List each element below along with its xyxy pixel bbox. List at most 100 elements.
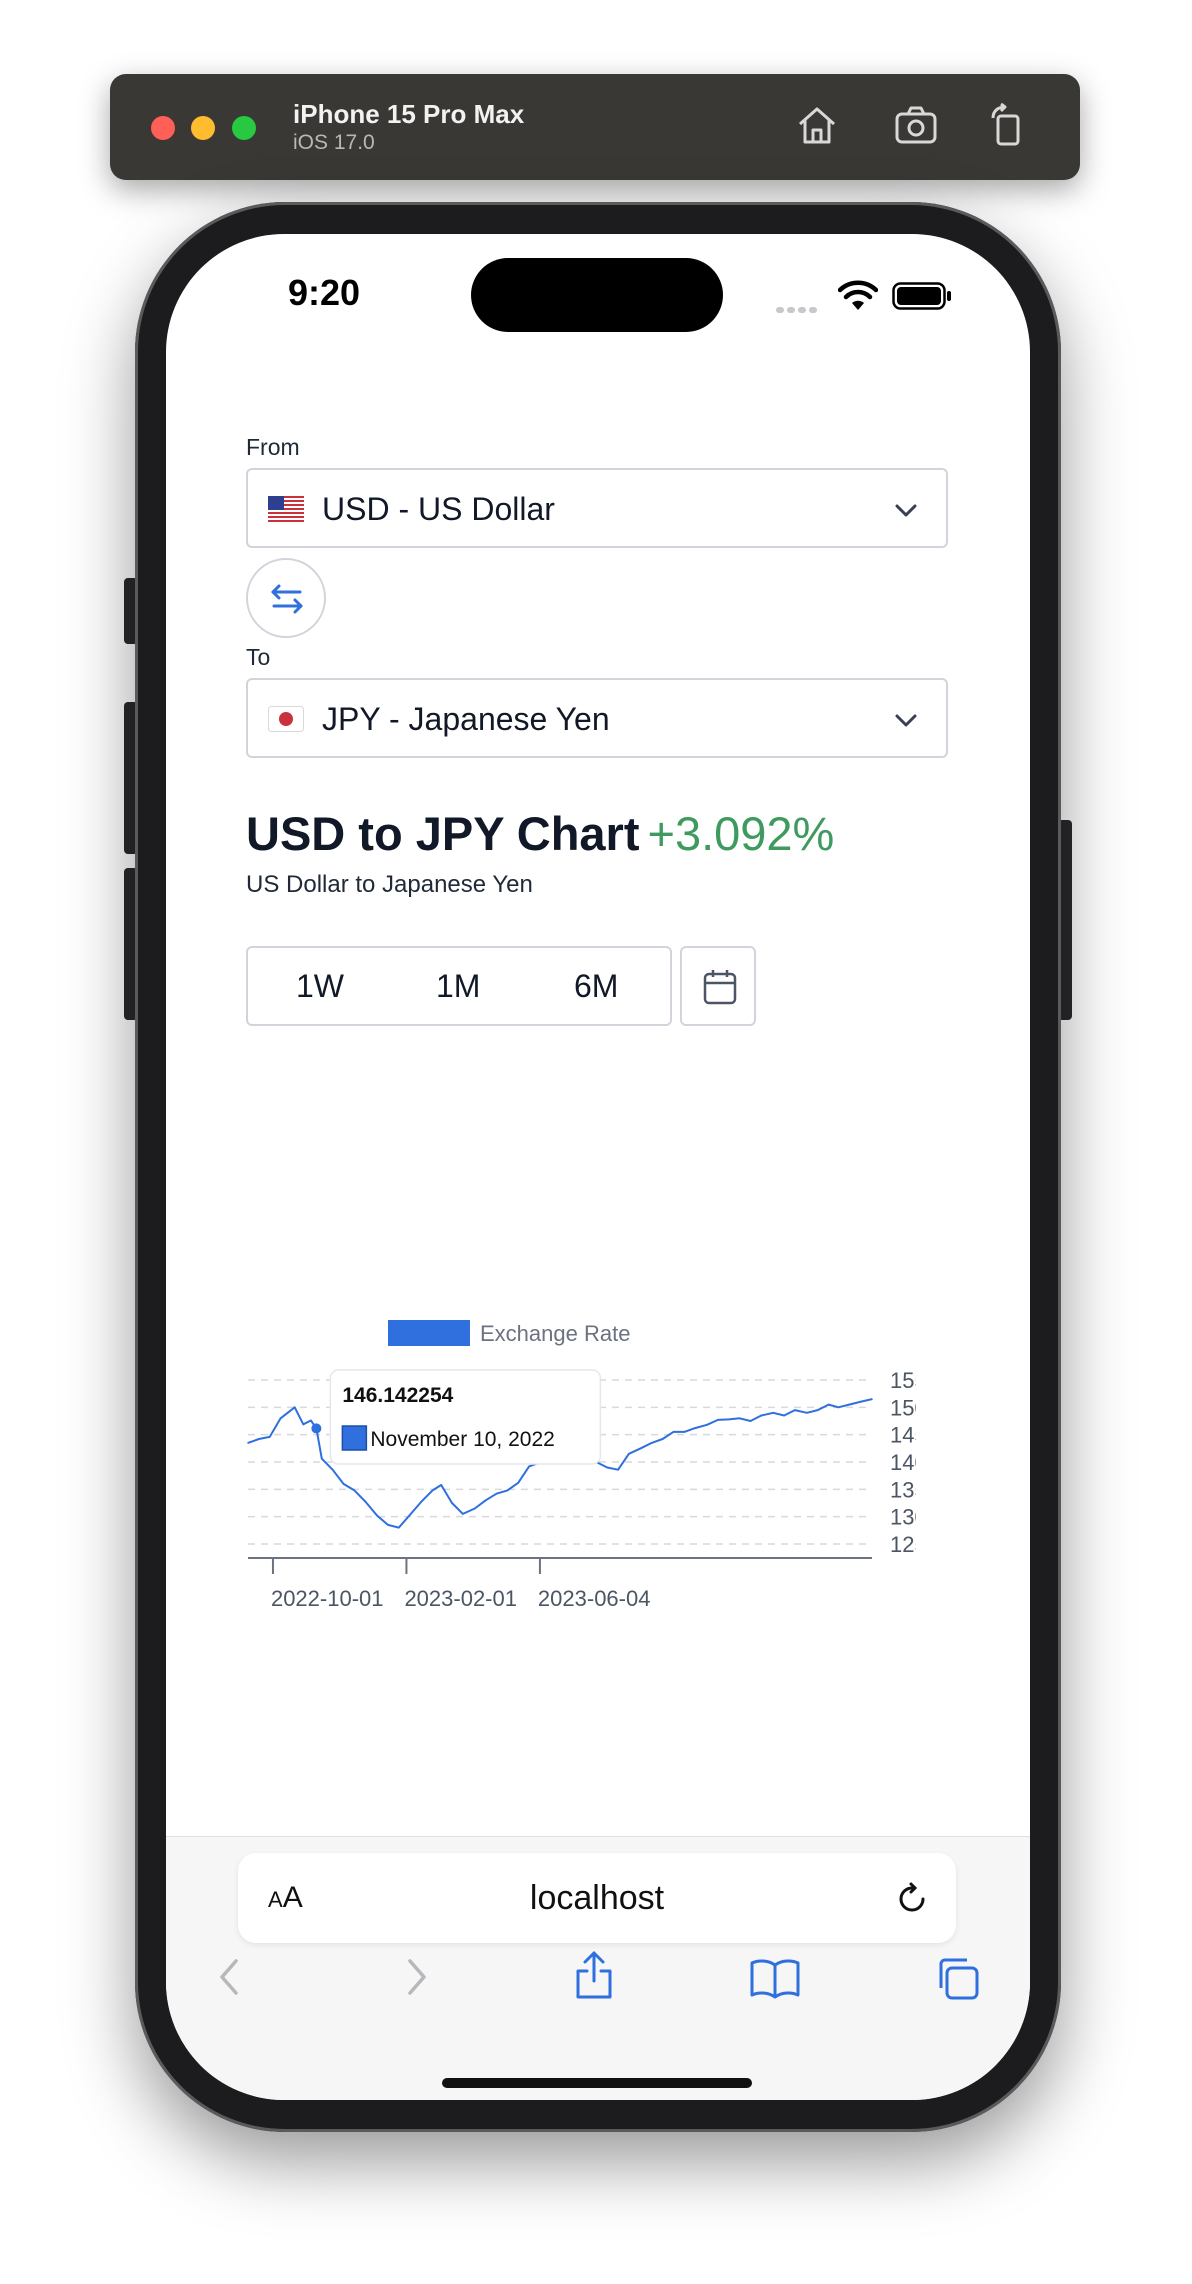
- highlighted-data-point[interactable]: [311, 1423, 322, 1434]
- data-point: [387, 1524, 389, 1526]
- data-point: [279, 1417, 282, 1420]
- range-1w-button[interactable]: 1W: [296, 968, 344, 1005]
- data-point: [783, 1414, 785, 1417]
- data-point: [749, 1420, 752, 1422]
- tabs-icon[interactable]: [934, 1955, 982, 2003]
- status-time: 9:20: [288, 272, 361, 313]
- data-point: [694, 1427, 696, 1429]
- from-label: From: [246, 434, 300, 460]
- change-percent: +3.092%: [647, 807, 835, 860]
- data-point: [606, 1466, 609, 1469]
- date-picker-button[interactable]: [680, 946, 756, 1026]
- exchange-rate-chart: Exchange Rate 125130 135140145 150155 2022…: [247, 1320, 916, 1611]
- data-point: [827, 1403, 830, 1406]
- to-currency-value: JPY - Japanese Yen: [322, 701, 610, 737]
- legend-swatch: [388, 1320, 470, 1346]
- back-icon[interactable]: [210, 1955, 250, 1999]
- y-tick-label: 135: [890, 1477, 916, 1502]
- reload-icon[interactable]: [894, 1881, 930, 1917]
- y-tick-label: 130: [890, 1505, 916, 1530]
- screenshot-icon[interactable]: [893, 102, 939, 148]
- forward-icon[interactable]: [396, 1955, 436, 1999]
- from-currency-value: USD - US Dollar: [322, 491, 555, 527]
- data-point: [727, 1418, 730, 1421]
- us-flag-icon: [268, 496, 304, 522]
- data-point: [398, 1526, 400, 1529]
- y-tick-label: 155: [890, 1368, 916, 1393]
- range-button-group: 1W 1M 6M: [246, 946, 672, 1026]
- bookmarks-icon[interactable]: [748, 1957, 802, 1999]
- wifi-icon: [838, 280, 878, 310]
- swap-arrows-icon: [271, 584, 303, 614]
- data-point: [409, 1513, 412, 1515]
- chart-tooltip: 146.142254 November 10, 2022: [329, 1369, 602, 1465]
- data-point: [268, 1436, 271, 1438]
- tooltip-value: 146.142254: [342, 1384, 453, 1407]
- swap-currencies-button[interactable]: [246, 558, 326, 638]
- battery-icon: [892, 282, 951, 310]
- chevron-down-icon: [895, 504, 917, 517]
- japan-flag-icon: [268, 706, 304, 732]
- x-tick-label: 2023-06-04: [538, 1586, 651, 1611]
- x-tick-label: 2022-10-01: [271, 1586, 384, 1611]
- data-point: [717, 1419, 719, 1421]
- data-point: [431, 1489, 434, 1492]
- dynamic-island: [471, 258, 723, 332]
- browser-toolbar: AA localhost: [166, 1836, 1030, 2100]
- simulator-device-name: iPhone 15 Pro Max: [293, 99, 525, 129]
- data-point: [816, 1409, 819, 1411]
- data-point: [484, 1499, 487, 1502]
- data-point: [528, 1465, 530, 1468]
- data-point: [451, 1502, 453, 1504]
- chart-title: USD to JPY Chart: [246, 807, 640, 860]
- data-point: [772, 1412, 775, 1414]
- zoom-window-button[interactable]: [232, 116, 256, 140]
- close-window-button[interactable]: [151, 116, 175, 140]
- data-point: [258, 1438, 260, 1440]
- rotate-icon[interactable]: [985, 102, 1031, 148]
- data-point: [331, 1468, 334, 1471]
- data-point: [517, 1481, 520, 1484]
- data-point: [806, 1412, 808, 1414]
- data-point: [640, 1447, 642, 1450]
- y-tick-label: 150: [890, 1395, 916, 1420]
- data-point: [683, 1431, 686, 1433]
- from-currency-select[interactable]: USD - US Dollar: [246, 468, 948, 548]
- data-point: [353, 1489, 356, 1492]
- data-point: [794, 1409, 796, 1411]
- minimize-window-button[interactable]: [191, 116, 215, 140]
- cellular-signal-icon: [776, 300, 820, 318]
- range-1m-button[interactable]: 1M: [436, 968, 480, 1005]
- to-currency-select[interactable]: JPY - Japanese Yen: [246, 678, 948, 758]
- data-point: [672, 1431, 675, 1433]
- data-point: [859, 1401, 861, 1403]
- data-point: [364, 1500, 367, 1503]
- chart-heading: USD to JPY Chart +3.092%: [246, 806, 834, 861]
- chart-subtitle: US Dollar to Japanese Yen: [246, 871, 533, 898]
- share-icon[interactable]: [572, 1949, 616, 2001]
- data-point: [760, 1414, 763, 1417]
- home-icon[interactable]: [794, 102, 840, 148]
- data-point: [738, 1417, 741, 1420]
- data-point: [302, 1423, 305, 1426]
- data-point: [376, 1514, 378, 1517]
- data-point: [474, 1507, 476, 1510]
- data-point: [837, 1406, 840, 1409]
- legend-label: Exchange Rate: [480, 1321, 630, 1346]
- address-bar[interactable]: AA localhost: [238, 1853, 956, 1943]
- data-point: [617, 1468, 619, 1471]
- data-point: [247, 1442, 249, 1444]
- data-point: [293, 1406, 296, 1409]
- range-6m-button[interactable]: 6M: [574, 968, 618, 1005]
- y-tick-label: 140: [890, 1450, 916, 1475]
- x-tick-label: 2023-02-01: [404, 1586, 517, 1611]
- data-point: [871, 1398, 873, 1400]
- tooltip-swatch: [341, 1425, 368, 1451]
- home-indicator: [442, 2078, 752, 2088]
- data-point: [661, 1438, 664, 1440]
- data-point: [320, 1457, 323, 1460]
- data-point: [342, 1483, 345, 1485]
- y-tick-label: 125: [890, 1532, 916, 1557]
- tooltip-date: November 10, 2022: [370, 1428, 554, 1451]
- url-text: localhost: [529, 1879, 665, 1917]
